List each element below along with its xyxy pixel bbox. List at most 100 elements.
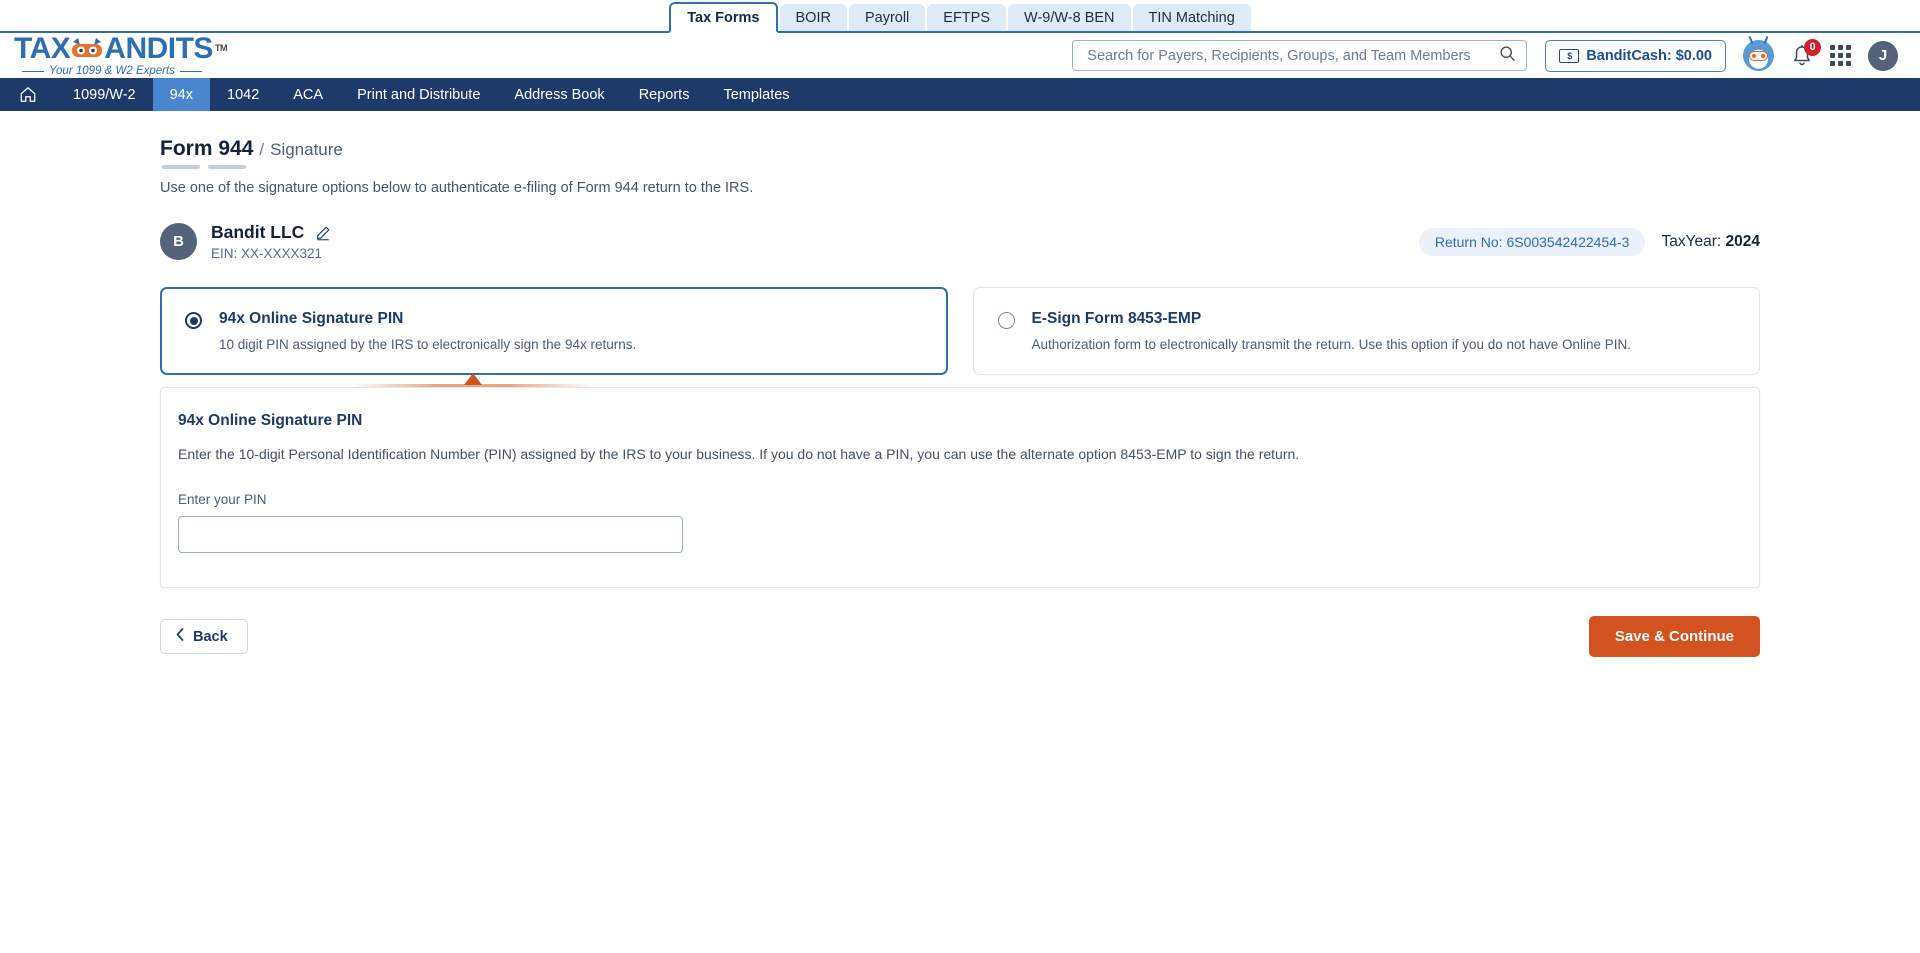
top-tab-payroll[interactable]: Payroll [848,4,926,31]
page-title: Form 944 [160,137,254,160]
brand-logo-text: TAX ANDITS TM [14,31,228,65]
business-row: B Bandit LLC EIN: XX-XXXX321 Return No: … [160,222,1760,261]
tagline-rule-left [22,71,44,72]
page-subtitle: Signature [270,140,343,159]
top-tab-strip: Tax Forms BOIR Payroll EFTPS W-9/W-8 BEN… [0,0,1920,33]
top-tab-label: EFTPS [943,9,991,26]
tax-year-label: TaxYear: [1661,232,1722,250]
nav-label: Print and Distribute [357,86,481,103]
nav-item-1042[interactable]: 1042 [210,78,276,111]
top-tab-eftps[interactable]: EFTPS [927,4,1007,31]
tax-year-value: 2024 [1725,232,1760,250]
bandit-cash-label: BanditCash: $0.00 [1586,47,1712,64]
page-title-row: Form 944 / Signature [160,137,1760,161]
bell-icon: 0 [1791,38,1821,68]
connector-caret-icon [464,373,482,385]
chevron-left-icon [176,628,184,645]
pin-panel-title: 94x Online Signature PIN [178,412,363,429]
signature-options: 94x Online Signature PIN 10 digit PIN as… [160,287,1760,375]
business-ein: EIN: XX-XXXX321 [211,246,323,261]
page-header: Form 944 / Signature Use one of the sign… [160,137,1760,196]
radio-online-signature-pin[interactable] [185,312,202,329]
title-underline-accent [162,165,1760,169]
app-header: TAX ANDITS TM Your 1099 & W2 Experts Sea… [0,33,1920,78]
pin-input-label: Enter your PIN [178,492,267,507]
radio-esign-8453-emp[interactable] [997,312,1015,329]
brand-name-part2: ANDITS [104,31,213,65]
search-box[interactable] [1072,40,1528,71]
nav-label: 94x [169,86,193,103]
option-description: 10 digit PIN assigned by the IRS to elec… [219,337,637,352]
business-avatar: B [160,223,197,260]
option-title: E-Sign Form 8453-EMP [1031,310,1202,327]
search-input[interactable] [1087,47,1500,64]
business-name: Bandit LLC [211,222,305,242]
option-title: 94x Online Signature PIN [219,310,404,327]
nav-label: 1042 [227,86,260,103]
pin-panel: 94x Online Signature PIN Enter the 10-di… [160,387,1760,588]
nav-label: ACA [293,86,324,103]
pin-panel-inner: 94x Online Signature PIN Enter the 10-di… [161,412,1759,553]
option-card-online-signature-pin[interactable]: 94x Online Signature PIN 10 digit PIN as… [160,287,948,375]
nav-item-home[interactable] [0,78,56,111]
mascot-eye-left [1752,53,1757,58]
search-icon[interactable] [1499,45,1516,67]
return-meta: Return No: 6S003542422454-3 TaxYear: 202… [1418,227,1760,256]
apps-grid-button[interactable] [1830,45,1851,66]
mascot-face [1749,50,1768,61]
tagline-rule-right [179,71,202,72]
bandit-mask-icon [69,37,105,61]
mascot-eye-right [1760,53,1765,58]
option-text: 94x Online Signature PIN 10 digit PIN as… [219,310,636,352]
page-description: Use one of the signature options below t… [160,180,754,196]
brand-tagline-row: Your 1099 & W2 Experts [14,65,227,78]
nav-item-1099-w2[interactable]: 1099/W-2 [56,78,153,111]
top-tab-boir[interactable]: BOIR [779,4,847,31]
option-text: E-Sign Form 8453-EMP Authorization form … [1032,310,1632,352]
return-number-badge: Return No: 6S003542422454-3 [1418,227,1646,256]
pin-panel-description: Enter the 10-digit Personal Identificati… [178,446,1300,462]
edit-icon[interactable] [315,225,331,241]
nav-label: Templates [723,86,790,103]
selected-option-connector [160,373,1760,387]
option-card-esign-8453-emp[interactable]: E-Sign Form 8453-EMP Authorization form … [972,287,1760,375]
user-avatar-button[interactable]: J [1868,40,1898,71]
tax-year: TaxYear: 2024 [1661,233,1760,251]
brand-name-part1: TAX [14,31,71,65]
bandit-mascot-button[interactable] [1743,40,1774,71]
home-icon [19,86,37,103]
nav-item-reports[interactable]: Reports [622,78,707,111]
business-text: Bandit LLC EIN: XX-XXXX321 [211,222,331,261]
back-button[interactable]: Back [160,619,248,654]
top-tab-tax-forms[interactable]: Tax Forms [669,2,778,33]
nav-label: Reports [638,86,690,103]
top-tab-label: W-9/W-8 BEN [1024,9,1115,26]
trademark-icon: TM [214,43,228,54]
business-name-row: Bandit LLC [211,222,331,243]
notification-badge: 0 [1804,38,1821,56]
nav-item-templates[interactable]: Templates [706,78,806,111]
notifications-button[interactable]: 0 [1791,38,1821,68]
top-tab-label: TIN Matching [1148,9,1235,26]
wallet-icon-symbol: $ [1567,50,1572,61]
save-and-continue-button[interactable]: Save & Continue [1588,616,1760,657]
main-nav: 1099/W-2 94x 1042 ACA Print and Distribu… [0,78,1920,111]
wallet-icon: $ [1559,48,1580,63]
bandit-cash-button[interactable]: $ BanditCash: $0.00 [1545,39,1726,72]
top-tab-tin-matching[interactable]: TIN Matching [1132,4,1251,31]
top-tab-w9-w8ben[interactable]: W-9/W-8 BEN [1008,4,1131,31]
brand-logo[interactable]: TAX ANDITS TM Your 1099 & W2 Experts [14,31,228,78]
top-tab-label: Tax Forms [687,9,760,26]
option-description: Authorization form to electronically tra… [1031,337,1632,352]
nav-item-address-book[interactable]: Address Book [497,78,621,111]
nav-item-aca[interactable]: ACA [276,78,340,111]
page-title-separator: / [259,140,265,159]
nav-label: 1099/W-2 [73,86,136,103]
nav-label: Address Book [514,86,605,103]
page-content: Form 944 / Signature Use one of the sign… [0,111,1920,657]
back-button-label: Back [193,628,228,645]
pin-input[interactable] [178,516,683,553]
top-tab-label: Payroll [864,9,910,26]
nav-item-print-and-distribute[interactable]: Print and Distribute [340,78,497,111]
nav-item-94x[interactable]: 94x [152,78,210,111]
